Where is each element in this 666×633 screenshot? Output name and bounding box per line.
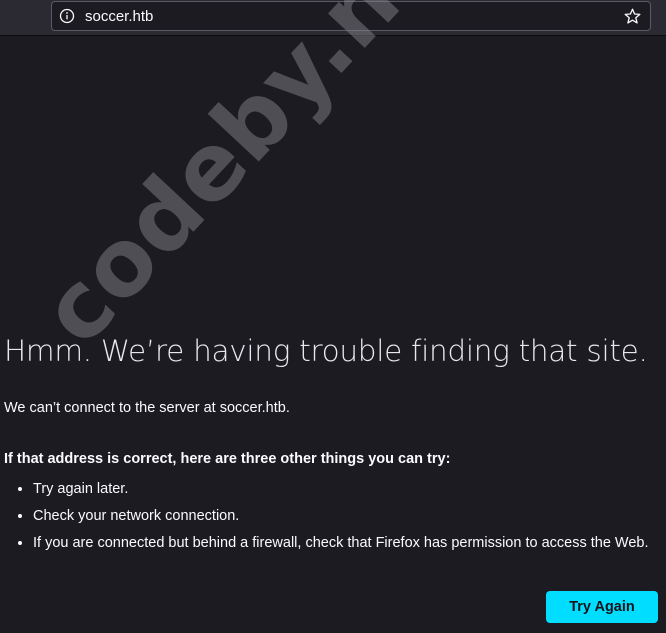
- suggestions-list: Try again later. Check your network conn…: [0, 476, 649, 557]
- star-icon[interactable]: [624, 8, 641, 25]
- browser-toolbar: soccer.htb: [0, 0, 666, 36]
- page-title: Hmm. We’re having trouble finding that s…: [4, 334, 648, 368]
- try-again-button[interactable]: Try Again: [546, 591, 658, 623]
- address-bar[interactable]: soccer.htb: [51, 1, 651, 31]
- info-icon[interactable]: [59, 8, 75, 24]
- list-item: Try again later.: [33, 476, 649, 503]
- suggestions-heading: If that address is correct, here are thr…: [4, 451, 451, 467]
- list-item: Check your network connection.: [33, 503, 649, 530]
- error-page: Hmm. We’re having trouble finding that s…: [0, 36, 666, 633]
- list-item: If you are connected but behind a firewa…: [33, 530, 649, 557]
- url-text[interactable]: soccer.htb: [85, 8, 153, 25]
- error-description: We can’t connect to the server at soccer…: [4, 400, 290, 416]
